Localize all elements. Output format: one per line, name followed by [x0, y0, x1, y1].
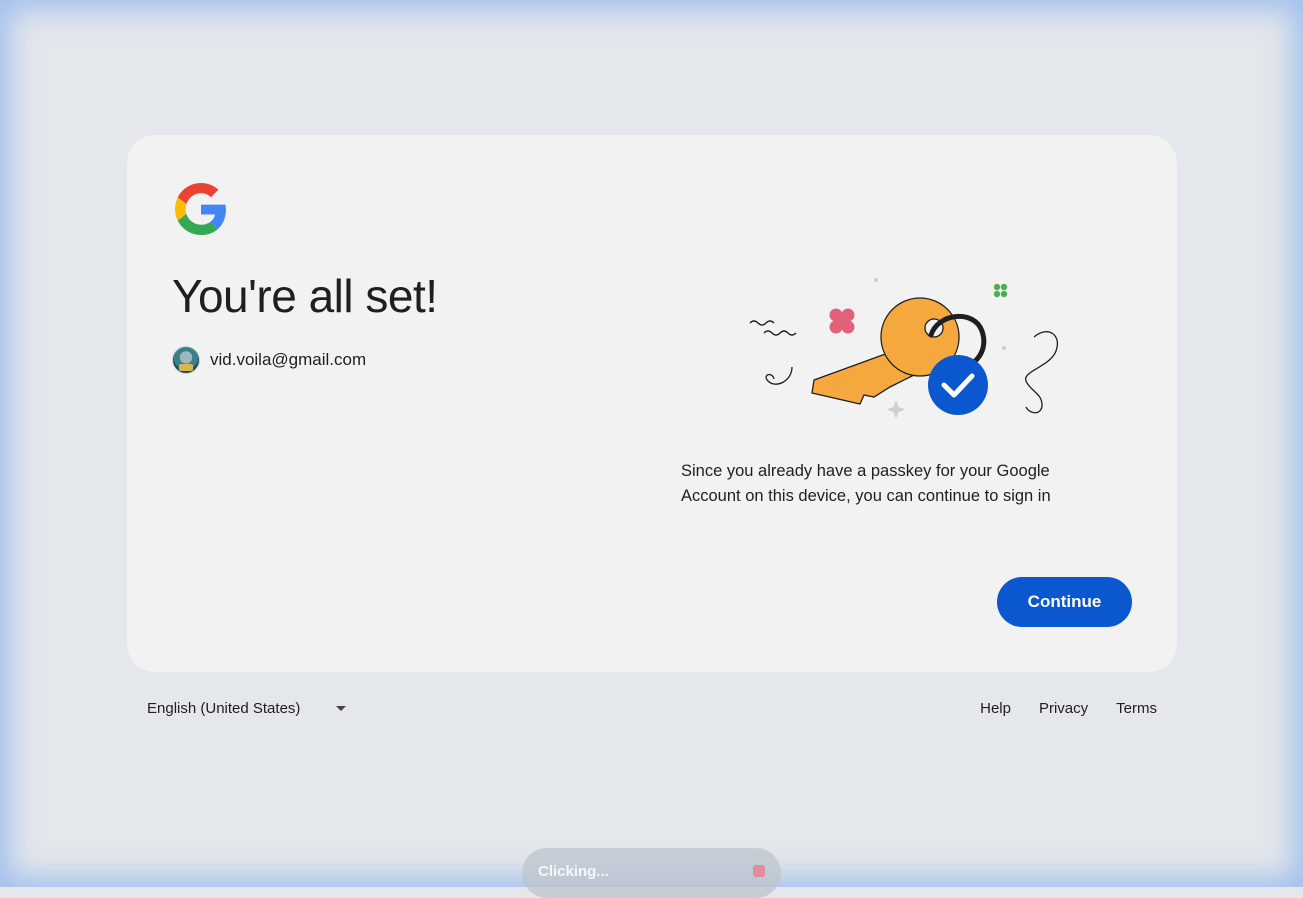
- passkey-description: Since you already have a passkey for you…: [681, 462, 1051, 505]
- help-link[interactable]: Help: [968, 696, 1023, 721]
- caret-down-icon: [336, 706, 347, 711]
- status-toast: Clicking...: [522, 848, 781, 898]
- continue-button[interactable]: Continue: [997, 577, 1132, 627]
- google-logo-icon: [175, 183, 226, 235]
- account-chip: vid.voila@gmail.com: [172, 345, 366, 375]
- passkey-illustration-icon: [749, 278, 1059, 419]
- terms-link[interactable]: Terms: [1104, 696, 1169, 721]
- status-toast-text: Clicking...: [538, 863, 609, 880]
- footer-links: Help Privacy Terms: [968, 696, 1169, 721]
- page-title: You're all set!: [172, 270, 438, 322]
- sign-in-card: You're all set! vid.voila@gmail.com Sinc…: [127, 135, 1177, 672]
- stop-icon[interactable]: [753, 865, 765, 877]
- footer: English (United States) Help Privacy Ter…: [127, 690, 1177, 730]
- language-selector[interactable]: English (United States): [135, 696, 358, 721]
- privacy-link[interactable]: Privacy: [1027, 696, 1100, 721]
- language-label: English (United States): [147, 700, 301, 717]
- account-email: vid.voila@gmail.com: [210, 350, 367, 369]
- avatar: [172, 346, 200, 374]
